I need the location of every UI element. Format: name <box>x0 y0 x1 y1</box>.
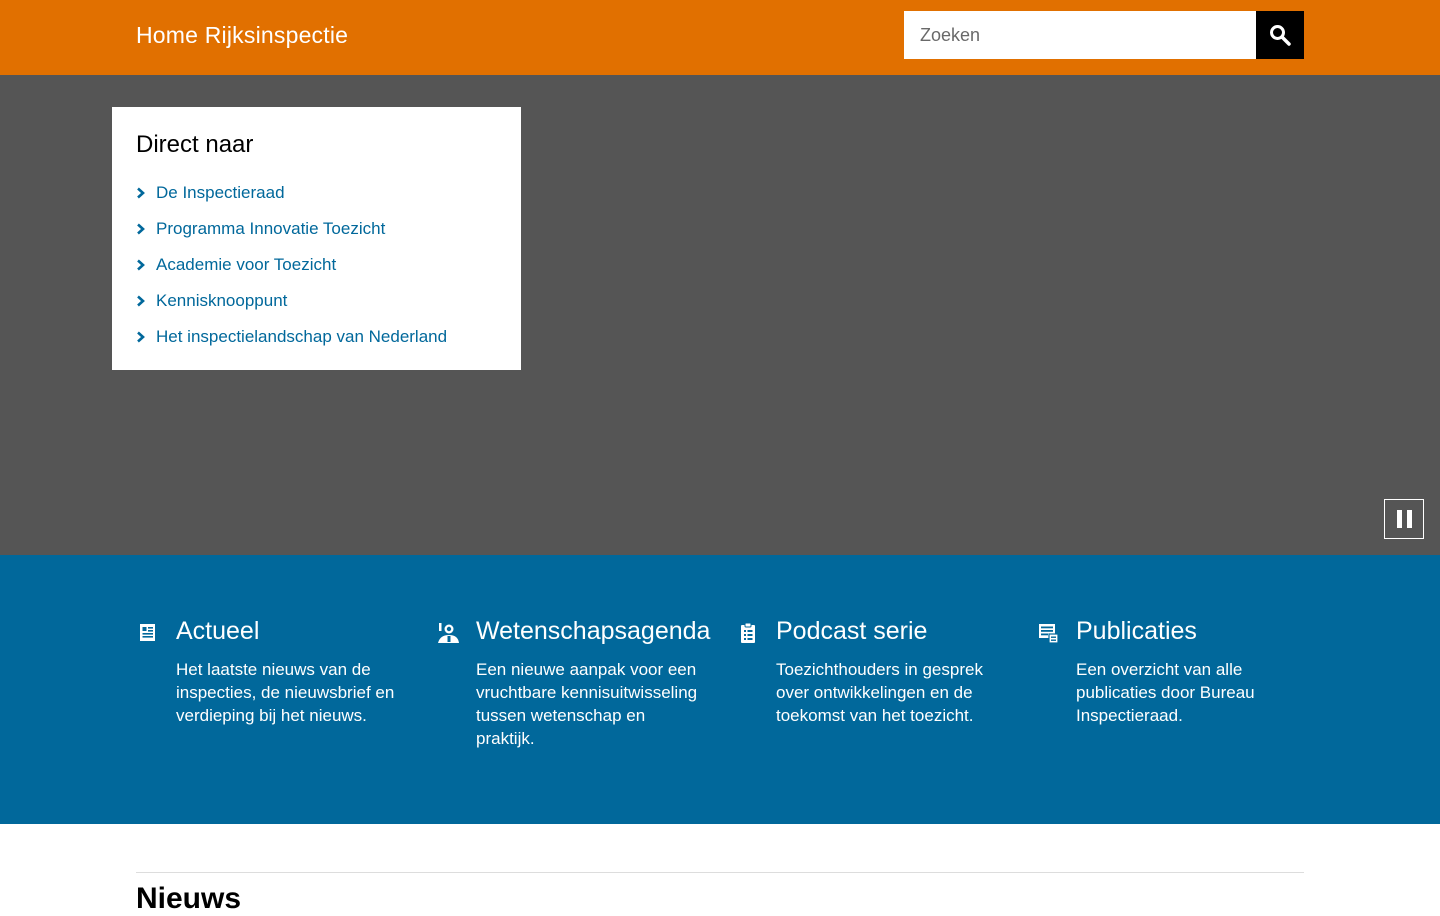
pause-icon-bar <box>1406 510 1412 528</box>
chevron-right-icon <box>136 331 156 343</box>
tile-title-actueel[interactable]: Actueel <box>176 617 259 646</box>
direct-link-inspectieraad[interactable]: De Inspectieraad <box>156 183 285 203</box>
direct-link-kennisknooppunt[interactable]: Kennisknooppunt <box>156 291 287 311</box>
direct-naar-list: De Inspectieraad Programma Innovatie Toe… <box>136 175 497 355</box>
tile-title-publicaties[interactable]: Publicaties <box>1076 617 1197 646</box>
chevron-right-icon <box>136 223 156 235</box>
list-item: Kennisknooppunt <box>136 283 497 319</box>
scientist-icon <box>438 623 459 643</box>
search-form <box>904 11 1304 59</box>
list-item: Programma Innovatie Toezicht <box>136 211 497 247</box>
news-section: Nieuws <box>0 824 1440 915</box>
tile-text-podcast: Toezichthouders in gesprek over ontwikke… <box>776 660 983 725</box>
pause-icon <box>1396 510 1402 528</box>
hero-carousel: Direct naar De Inspectieraad Programma I… <box>0 75 1440 555</box>
direct-link-inspectielandschap[interactable]: Het inspectielandschap van Nederland <box>156 327 447 347</box>
tile-title-podcast[interactable]: Podcast serie <box>776 617 927 646</box>
site-header: Home Rijksinspectie <box>0 0 1440 75</box>
search-button[interactable] <box>1256 11 1304 59</box>
list-item: De Inspectieraad <box>136 175 497 211</box>
direct-link-programma-innovatie[interactable]: Programma Innovatie Toezicht <box>156 219 385 239</box>
chevron-right-icon <box>136 295 156 307</box>
search-icon <box>1270 25 1291 46</box>
direct-naar-heading: Direct naar <box>136 131 254 158</box>
tile-text-wetenschapsagenda: Een nieuwe aanpak voor een vruchtbare ke… <box>476 660 698 748</box>
news-heading: Nieuws <box>136 882 242 915</box>
list-item: Het inspectielandschap van Nederland <box>136 319 497 355</box>
clipboard-icon <box>741 622 755 643</box>
list-item: Academie voor Toezicht <box>136 247 497 283</box>
section-divider <box>136 872 1304 873</box>
tile-text-publicaties: Een overzicht van alle publicaties door … <box>1076 660 1255 725</box>
search-input[interactable] <box>904 11 1256 59</box>
direct-link-academie[interactable]: Academie voor Toezicht <box>156 255 336 275</box>
direct-naar-panel: Direct naar De Inspectieraad Programma I… <box>112 107 521 370</box>
publications-icon <box>1039 624 1059 644</box>
tile-text-actueel: Het laatste nieuws van de inspecties, de… <box>176 660 395 725</box>
carousel-pause-button[interactable] <box>1384 499 1424 539</box>
chevron-right-icon <box>136 259 156 271</box>
chevron-right-icon <box>136 187 156 199</box>
tile-title-wetenschapsagenda[interactable]: Wetenschapsagenda <box>476 617 710 646</box>
home-link[interactable]: Home Rijksinspectie <box>136 22 348 49</box>
newspaper-icon <box>140 624 155 641</box>
topics-band: Actueel Het laatste nieuws van de inspec… <box>0 555 1440 824</box>
